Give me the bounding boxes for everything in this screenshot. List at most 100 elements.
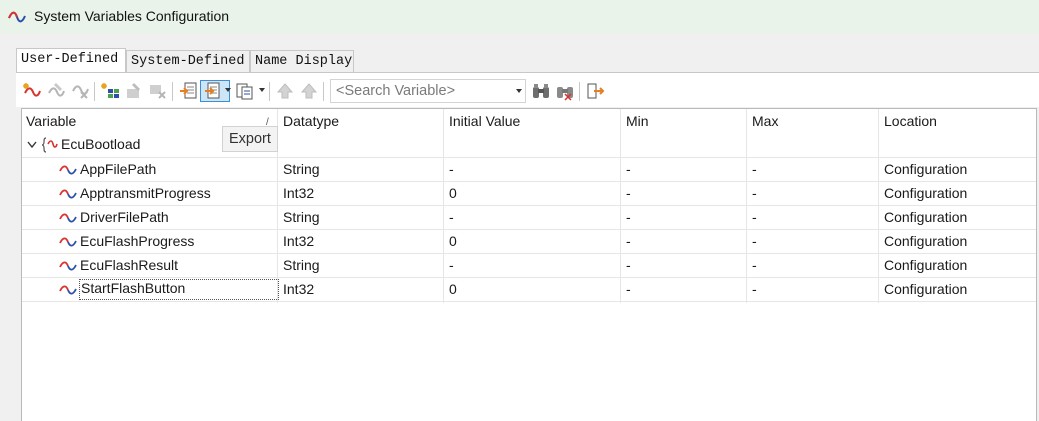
cell-variable[interactable]: ApptransmitProgress (80, 185, 211, 201)
cell-variable[interactable]: EcuFlashResult (80, 257, 178, 273)
tab-user-defined[interactable]: User-Defined (16, 48, 126, 72)
cell-initial-value[interactable]: 0 (449, 281, 457, 297)
cell-initial-value[interactable]: - (449, 161, 454, 177)
cell-datatype[interactable]: String (283, 161, 320, 177)
cell-variable[interactable]: StartFlashButton (79, 279, 279, 300)
toolbar-separator (579, 82, 580, 101)
import-button[interactable] (178, 81, 198, 101)
cell-max[interactable]: - (752, 161, 757, 177)
namespace-icon (42, 137, 58, 153)
system-variable-icon (8, 11, 26, 23)
table-row[interactable]: EcuFlashProgress Int32 0 - - Configuration (22, 229, 1036, 253)
move-down-button[interactable] (299, 81, 319, 101)
cell-datatype[interactable]: String (283, 257, 320, 273)
cell-max[interactable]: - (752, 281, 757, 297)
edit-variable-button[interactable] (46, 81, 66, 101)
edit-struct-icon (127, 83, 140, 98)
export-dropdown-arrow[interactable] (225, 88, 231, 92)
move-up-button[interactable] (275, 81, 295, 101)
column-divider (878, 109, 879, 303)
table-row[interactable]: ApptransmitProgress Int32 0 - - Configuration (22, 181, 1036, 205)
cell-initial-value[interactable]: - (449, 257, 454, 273)
cell-location[interactable]: Configuration (884, 233, 967, 249)
variable-icon (59, 165, 77, 175)
variable-icon (59, 285, 77, 295)
cell-max[interactable]: - (752, 257, 757, 273)
go-to-button[interactable] (585, 81, 605, 101)
cell-datatype[interactable]: Int32 (283, 233, 314, 249)
copy-dropdown-arrow[interactable] (259, 88, 265, 92)
toolbar (16, 72, 1039, 107)
column-header-datatype[interactable]: Datatype (278, 109, 444, 157)
toolbar-separator (269, 82, 270, 101)
toolbar-separator (172, 82, 173, 101)
find-next-button[interactable] (555, 81, 575, 101)
column-header-min[interactable]: Min (621, 109, 747, 157)
tab-name-display[interactable]: Name Display (250, 50, 354, 72)
cell-datatype[interactable]: Int32 (283, 185, 314, 201)
find-button[interactable] (531, 81, 551, 101)
edit-variable-icon (48, 83, 65, 97)
down-arrow-icon (300, 83, 318, 99)
cell-location[interactable]: Configuration (884, 161, 967, 177)
new-variable-button[interactable] (22, 81, 42, 101)
tab-system-defined[interactable]: System-Defined (126, 50, 250, 72)
cell-location[interactable]: Configuration (884, 281, 967, 297)
copy-button[interactable] (234, 81, 254, 101)
search-variable-box[interactable] (330, 79, 526, 103)
search-variable-input[interactable] (336, 81, 506, 101)
cell-max[interactable]: - (752, 185, 757, 201)
cell-min[interactable]: - (626, 233, 631, 249)
column-label: Initial Value (449, 113, 521, 129)
cell-initial-value[interactable]: 0 (449, 233, 457, 249)
cell-max[interactable]: - (752, 233, 757, 249)
search-dropdown-arrow[interactable] (516, 89, 522, 93)
delete-struct-button[interactable] (148, 81, 168, 101)
new-struct-button[interactable] (100, 81, 120, 101)
column-divider (746, 109, 747, 303)
tab-label: User-Defined (21, 52, 119, 67)
title-bar: System Variables Configuration (0, 0, 1039, 34)
export-tooltip: Export (222, 126, 278, 152)
cell-location[interactable]: Configuration (884, 257, 967, 273)
new-variable-icon (23, 83, 41, 97)
cell-datatype[interactable]: Int32 (283, 281, 314, 297)
column-header-initial-value[interactable]: Initial Value (444, 109, 621, 157)
row-divider (22, 301, 1036, 302)
table-row[interactable]: AppFilePath String - - - Configuration (22, 157, 1036, 181)
column-header-max[interactable]: Max (747, 109, 879, 157)
cell-datatype[interactable]: String (283, 209, 320, 225)
table-row[interactable]: DriverFilePath String - - - Configuration (22, 205, 1036, 229)
cell-min[interactable]: - (626, 209, 631, 225)
go-to-icon (587, 83, 605, 99)
export-icon (205, 82, 220, 99)
cell-min[interactable]: - (626, 281, 631, 297)
variable-icon (59, 189, 77, 199)
cell-location[interactable]: Configuration (884, 209, 967, 225)
cell-location[interactable]: Configuration (884, 185, 967, 201)
variable-icon (59, 237, 77, 247)
cell-variable[interactable]: DriverFilePath (80, 209, 169, 225)
edit-struct-button[interactable] (124, 81, 144, 101)
up-arrow-icon (276, 83, 294, 99)
column-divider (620, 109, 621, 303)
toolbar-separator (323, 82, 324, 101)
cell-min[interactable]: - (626, 161, 631, 177)
cell-initial-value[interactable]: 0 (449, 185, 457, 201)
find-next-icon (557, 87, 573, 101)
column-header-location[interactable]: Location (879, 109, 1036, 157)
cell-variable[interactable]: EcuFlashProgress (80, 233, 194, 249)
table-row[interactable]: StartFlashButton Int32 0 - - Configuration (22, 277, 1036, 301)
delete-variable-button[interactable] (70, 81, 90, 101)
cell-min[interactable]: - (626, 185, 631, 201)
column-label: Min (626, 113, 649, 129)
table-row[interactable]: EcuFlashResult String - - - Configuration (22, 253, 1036, 277)
column-divider (443, 109, 444, 303)
cell-min[interactable]: - (626, 257, 631, 273)
cell-initial-value[interactable]: - (449, 209, 454, 225)
cell-max[interactable]: - (752, 209, 757, 225)
cell-variable[interactable]: AppFilePath (80, 161, 156, 177)
import-icon (180, 82, 197, 99)
new-struct-icon (101, 83, 119, 98)
chevron-down-icon[interactable] (27, 141, 37, 149)
